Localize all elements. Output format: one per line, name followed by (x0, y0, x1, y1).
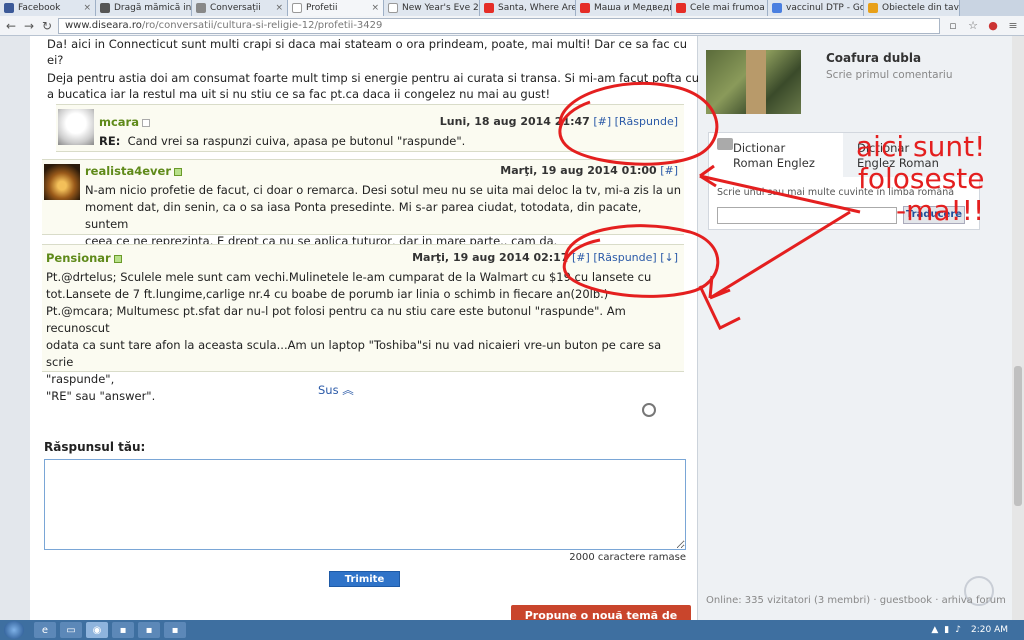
url-path: /ro/conversatii/cultura-si-religie-12/pr… (141, 20, 383, 31)
facebook-icon (4, 3, 14, 13)
app-icon[interactable]: ▪ (112, 622, 134, 638)
annotation-text: aici sunt! foloseste -ma!!! (856, 130, 986, 227)
browser-tab-facebook[interactable]: Facebook × (0, 0, 96, 16)
tab-label: Conversații (210, 3, 261, 13)
youtube-icon (580, 3, 590, 13)
address-bar: ← → ↻ www.diseara.ro/ro/conversatii/cult… (0, 16, 1024, 36)
tab-label: New Year's Eve 20 (402, 3, 480, 13)
browser-tab-bar: Facebook× Dragă mămică inta× Conversații… (0, 0, 1024, 16)
page-icon (100, 3, 110, 13)
youtube-icon (484, 3, 494, 13)
chrome-icon[interactable]: ◉ (86, 622, 108, 638)
document-icon (388, 3, 398, 13)
web-page: Da! aici in Connecticut sunt multi crapi… (0, 36, 1024, 620)
tab-label: Facebook (18, 3, 61, 13)
volume-icon[interactable]: ♪ (955, 625, 961, 635)
browser-tab-8[interactable]: Cele mai frumoa× (672, 0, 768, 16)
windows-taskbar: e ▭ ◉ ▪ ▪ ▪ ▲ ▮ ♪ 2:20 AM (0, 620, 1024, 640)
google-icon (772, 3, 782, 13)
menu-icon[interactable]: ≡ (1006, 19, 1020, 32)
back-arrow-icon[interactable]: ← (4, 19, 18, 33)
browser-tab-active[interactable]: Profetii × (288, 0, 384, 16)
tab-label: Cele mai frumoa (690, 3, 765, 13)
close-icon[interactable]: × (272, 3, 283, 13)
clock[interactable]: 2:20 AM (971, 625, 1008, 635)
start-button[interactable] (4, 621, 24, 639)
red-arrow-mark (698, 210, 851, 331)
reload-icon[interactable]: ↻ (40, 19, 54, 33)
page-icon (868, 3, 878, 13)
browser-tab-2[interactable]: Dragă mămică inta× (96, 0, 192, 16)
flag-icon[interactable]: ▲ (931, 625, 938, 635)
app-icon[interactable]: ▪ (138, 622, 160, 638)
tab-label: Profetii (306, 3, 338, 13)
browser-tab-3[interactable]: Conversații × (192, 0, 288, 16)
document-icon (292, 3, 302, 13)
tab-label: Маша и Медведь (594, 3, 672, 13)
internet-explorer-icon[interactable]: e (34, 622, 56, 638)
app-icon[interactable]: ▪ (164, 622, 186, 638)
page-icon[interactable]: ▫ (946, 19, 960, 32)
browser-tab-5[interactable]: New Year's Eve 20× (384, 0, 480, 16)
extension-icon[interactable]: ● (986, 19, 1000, 32)
red-arrow-mark (699, 164, 861, 214)
tab-label: Obiectele din tava (882, 3, 960, 13)
url-input[interactable]: www.diseara.ro/ro/conversatii/cultura-si… (58, 17, 940, 34)
browser-tab-10[interactable]: Obiectele din tava× (864, 0, 960, 16)
tab-label: Santa, Where Are (498, 3, 576, 13)
youtube-icon (676, 3, 686, 13)
red-circle-mark (562, 224, 720, 298)
browser-tab-6[interactable]: Santa, Where Are× (480, 0, 576, 16)
folder-icon[interactable]: ▭ (60, 622, 82, 638)
forward-arrow-icon[interactable]: → (22, 19, 36, 33)
star-icon[interactable]: ☆ (966, 19, 980, 32)
url-host: www.diseara.ro (65, 20, 142, 31)
browser-tab-9[interactable]: vaccinul DTP - Go× (768, 0, 864, 16)
network-icon[interactable]: ▮ (944, 625, 949, 635)
system-tray: ▲ ▮ ♪ 2:20 AM (931, 625, 1020, 635)
annotation-scribble (558, 81, 861, 331)
red-circle-mark (558, 81, 719, 166)
page-icon (196, 3, 206, 13)
tab-label: vaccinul DTP - Go (786, 3, 864, 13)
close-icon[interactable]: × (80, 3, 91, 13)
close-icon[interactable]: × (368, 3, 379, 13)
browser-tab-7[interactable]: Маша и Медведь× (576, 0, 672, 16)
tab-label: Dragă mămică inta (114, 3, 192, 13)
